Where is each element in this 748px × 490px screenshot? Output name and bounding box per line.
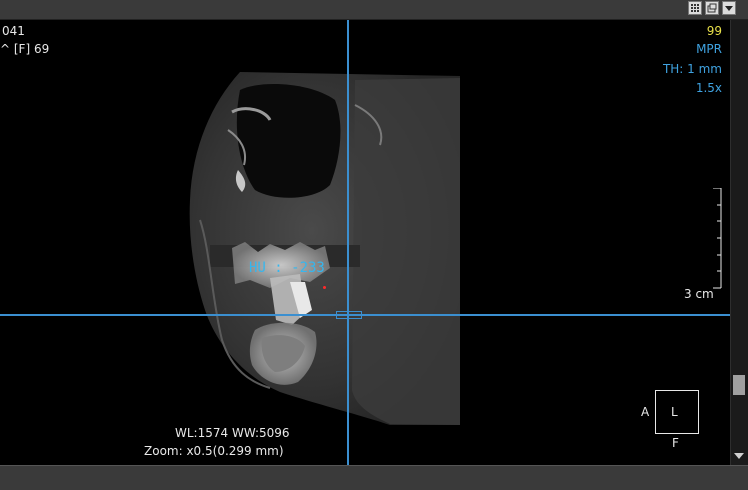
scale-ruler — [713, 188, 722, 289]
hu-measurement-label: HU : -233 — [249, 260, 325, 276]
status-bar — [0, 465, 748, 490]
crosshair-center-handle[interactable] — [336, 311, 362, 319]
window-restore-icon[interactable] — [705, 1, 719, 15]
vertical-crosshair-line[interactable] — [347, 20, 349, 465]
orientation-bottom-label: F — [672, 436, 679, 450]
zoom-readout: Zoom: x0.5(0.299 mm) — [144, 444, 284, 458]
dropdown-arrow-icon[interactable] — [722, 1, 736, 15]
orientation-left-label: A — [641, 405, 650, 419]
grid-layout-icon[interactable] — [688, 1, 702, 15]
ruler-label: 3 cm — [684, 287, 714, 301]
magnification-label: 1.5x — [695, 81, 722, 95]
orientation-indicator: L — [655, 390, 699, 434]
window-level-readout: WL:1574 WW:5096 — [175, 426, 290, 440]
orientation-center-label: L — [671, 405, 678, 419]
slice-thickness: TH: 1 mm — [662, 62, 722, 76]
slice-number: 99 — [706, 24, 722, 38]
mpr-viewport[interactable]: 041 ^ [F] 69 99 MPR TH: 1 mm 1.5x 3 cm H… — [0, 20, 730, 465]
horizontal-crosshair-line[interactable] — [0, 314, 730, 316]
viewer-toolbar — [0, 0, 748, 20]
slice-scrollbar[interactable] — [730, 20, 748, 465]
scrollbar-thumb[interactable] — [733, 375, 745, 395]
scroll-down-icon[interactable] — [733, 450, 745, 462]
patient-info-line2: ^ [F] 69 — [0, 42, 50, 56]
ct-scan-image — [189, 72, 460, 425]
patient-info-line1: 041 — [2, 24, 25, 38]
hu-measurement-point[interactable] — [323, 286, 326, 289]
view-mode-label: MPR — [696, 42, 722, 56]
